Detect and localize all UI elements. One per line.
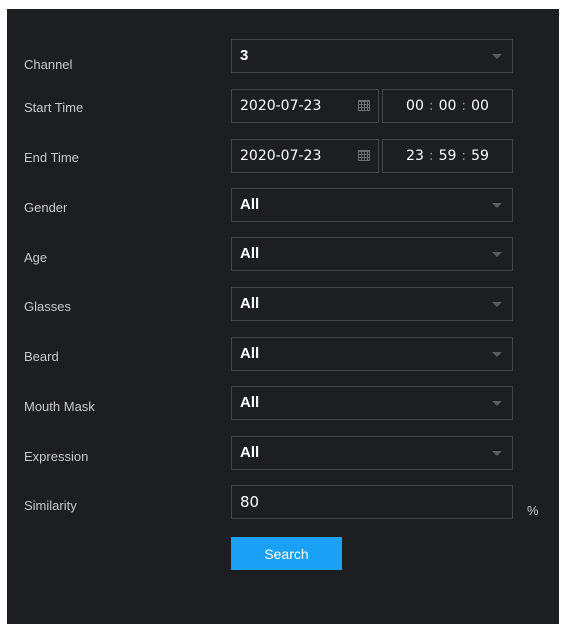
start-hour[interactable]: 00 (406, 98, 424, 114)
gender-select[interactable]: All (231, 188, 513, 222)
beard-label: Beard (24, 349, 59, 364)
gender-value: All (240, 196, 260, 213)
end-minute[interactable]: 59 (439, 148, 457, 164)
time-separator: : (461, 148, 467, 164)
start-minute[interactable]: 00 (439, 98, 457, 114)
calendar-icon[interactable] (358, 150, 370, 161)
expression-select[interactable]: All (231, 436, 513, 470)
glasses-label: Glasses (24, 299, 71, 314)
end-second[interactable]: 59 (471, 148, 489, 164)
beard-value: All (240, 345, 260, 362)
age-label: Age (24, 250, 48, 265)
chevron-down-icon (492, 252, 502, 257)
mouth-mask-label: Mouth Mask (24, 399, 95, 414)
start-date-input[interactable]: 2020-07-23 (231, 89, 379, 123)
channel-value: 3 (240, 47, 249, 64)
end-time-input[interactable]: 23:59:59 (382, 139, 513, 173)
start-second[interactable]: 00 (471, 98, 489, 114)
time-separator: : (428, 148, 434, 164)
start-time-input[interactable]: 00:00:00 (382, 89, 513, 123)
end-time-label: End Time (24, 150, 79, 165)
channel-label: Channel (24, 57, 73, 72)
beard-select[interactable]: All (231, 337, 513, 371)
gender-label: Gender (24, 200, 68, 215)
glasses-select[interactable]: All (231, 287, 513, 321)
chevron-down-icon (492, 302, 502, 307)
similarity-input[interactable]: 80 (231, 485, 513, 519)
percent-unit: % (527, 503, 539, 518)
start-time-label: Start Time (24, 100, 84, 115)
end-date-value: 2020-07-23 (240, 148, 322, 164)
age-value: All (240, 245, 260, 262)
time-separator: : (428, 98, 434, 114)
similarity-label: Similarity (24, 498, 77, 513)
face-search-panel: Channel 3 Start Time 2020-07-23 00:00:00… (7, 9, 559, 624)
time-separator: : (461, 98, 467, 114)
calendar-icon[interactable] (358, 100, 370, 111)
channel-select[interactable]: 3 (231, 39, 513, 73)
chevron-down-icon (492, 352, 502, 357)
expression-value: All (240, 444, 260, 461)
chevron-down-icon (492, 54, 502, 59)
end-date-input[interactable]: 2020-07-23 (231, 139, 379, 173)
age-select[interactable]: All (231, 237, 513, 271)
chevron-down-icon (492, 203, 502, 208)
start-date-value: 2020-07-23 (240, 98, 322, 114)
similarity-value: 80 (240, 493, 260, 511)
end-hour[interactable]: 23 (406, 148, 424, 164)
chevron-down-icon (492, 401, 502, 406)
mouth-mask-value: All (240, 394, 260, 411)
search-button[interactable]: Search (231, 537, 342, 570)
chevron-down-icon (492, 451, 502, 456)
expression-label: Expression (24, 449, 89, 464)
glasses-value: All (240, 295, 260, 312)
mouth-mask-select[interactable]: All (231, 386, 513, 420)
